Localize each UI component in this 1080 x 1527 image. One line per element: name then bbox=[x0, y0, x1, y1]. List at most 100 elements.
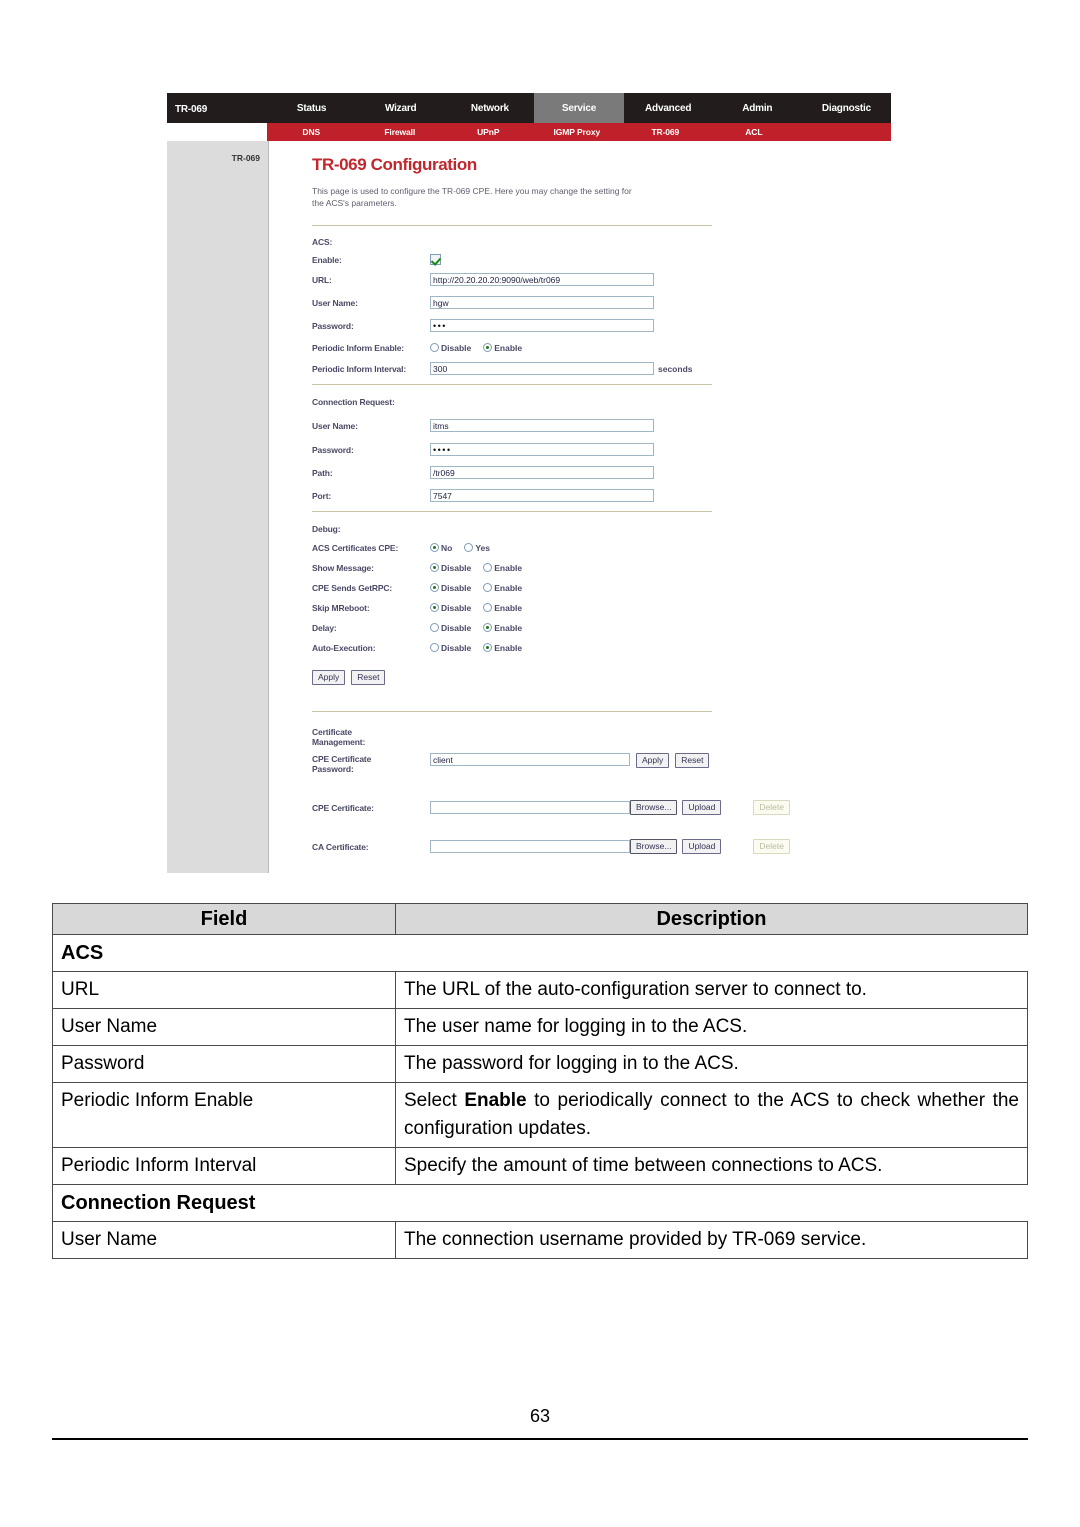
radio-option-disable[interactable]: Disable bbox=[430, 583, 471, 593]
field-description-password: The password for logging in to the ACS. bbox=[395, 1045, 1028, 1083]
cpe-certificate-password-input[interactable]: client bbox=[430, 753, 630, 766]
cpe-certificate-browse-button[interactable]: Browse... bbox=[630, 800, 678, 815]
radio-label: Disable bbox=[441, 562, 472, 573]
primary-nav-tabs: Status Wizard Network Service Advanced A… bbox=[267, 93, 891, 123]
radio-option-no[interactable]: No bbox=[430, 543, 452, 553]
nav-tab-wizard[interactable]: Wizard bbox=[356, 93, 445, 123]
acs-password-input[interactable]: ••• bbox=[430, 319, 654, 332]
desc-part-pre: Select bbox=[404, 1090, 465, 1111]
acs-password-label: Password: bbox=[312, 320, 354, 331]
debug-row-show-message: Show Message: Disable Enable bbox=[312, 559, 522, 576]
cr-port-row: Port: 7547 bbox=[312, 487, 654, 504]
subnav-tab-dns[interactable]: DNS bbox=[267, 123, 356, 141]
field-name-password: Password bbox=[52, 1045, 396, 1083]
ca-certificate-file-input[interactable] bbox=[430, 840, 630, 853]
radio-option-enable[interactable]: Enable bbox=[483, 583, 522, 593]
table-row: Periodic Inform Enable Select Enable to … bbox=[52, 1082, 1028, 1148]
radio-dot-icon bbox=[483, 603, 493, 612]
acs-url-input[interactable]: http://20.20.20.20:9090/web/tr069 bbox=[430, 273, 654, 286]
radio-dot-icon bbox=[430, 603, 439, 612]
debug-radiogroup: Disable Enable bbox=[430, 603, 522, 613]
ca-certificate-browse-button[interactable]: Browse... bbox=[630, 839, 678, 854]
cr-password-input[interactable]: •••• bbox=[430, 443, 654, 456]
subnav-tab-tr069[interactable]: TR-069 bbox=[621, 123, 710, 141]
subnav-tab-igmp-proxy[interactable]: IGMP Proxy bbox=[533, 123, 622, 141]
acs-group-label: ACS: bbox=[312, 236, 333, 247]
radio-label: Yes bbox=[475, 542, 490, 553]
nav-tab-service[interactable]: Service bbox=[534, 93, 624, 123]
nav-tab-network[interactable]: Network bbox=[445, 93, 534, 123]
field-name-username-cr: User Name bbox=[52, 1221, 396, 1259]
subnav-tab-upnp[interactable]: UPnP bbox=[444, 123, 533, 141]
ca-certificate-upload-button[interactable]: Upload bbox=[682, 839, 722, 854]
debug-radiogroup: Disable Enable bbox=[430, 563, 522, 573]
secondary-nav-bar: DNS Firewall UPnP IGMP Proxy TR-069 ACL bbox=[267, 123, 891, 141]
sidebar-item-tr069[interactable]: TR-069 bbox=[232, 153, 260, 163]
router-web-ui-screenshot: TR-069 Status Wizard Network Service Adv… bbox=[167, 93, 891, 873]
cr-username-row: User Name: itms bbox=[312, 417, 654, 434]
group-label-acs: ACS bbox=[52, 934, 396, 972]
radio-option-disable[interactable]: Disable bbox=[430, 343, 471, 353]
debug-row-delay: Delay: Disable Enable bbox=[312, 619, 522, 636]
nav-tab-diagnostic[interactable]: Diagnostic bbox=[802, 93, 891, 123]
debug-label: Skip MReboot: bbox=[312, 602, 370, 613]
radio-option-disable[interactable]: Disable bbox=[430, 643, 471, 653]
debug-row-auto-execution: Auto-Execution: Disable Enable bbox=[312, 639, 522, 656]
cert-apply-button[interactable]: Apply bbox=[636, 753, 670, 768]
nav-tab-status[interactable]: Status bbox=[267, 93, 356, 123]
table-row: URL The URL of the auto-configuration se… bbox=[52, 971, 1028, 1009]
certificate-management-group-header: Certificate Management: bbox=[312, 727, 430, 751]
acs-username-row: User Name: hgw bbox=[312, 294, 654, 311]
footer-rule bbox=[52, 1438, 1028, 1440]
table-header-description: Description bbox=[395, 903, 1028, 935]
subnav-spacer bbox=[798, 123, 891, 141]
cr-username-input[interactable]: itms bbox=[430, 419, 654, 432]
radio-label: Enable bbox=[494, 582, 523, 593]
nav-tab-advanced[interactable]: Advanced bbox=[624, 93, 713, 123]
table-row: Password The password for logging in to … bbox=[52, 1045, 1028, 1083]
cr-username-label: User Name: bbox=[312, 420, 358, 431]
cr-path-input[interactable]: /tr069 bbox=[430, 466, 654, 479]
group-blank-cell bbox=[395, 1184, 1028, 1222]
cr-port-input[interactable]: 7547 bbox=[430, 489, 654, 502]
subnav-tab-acl[interactable]: ACL bbox=[710, 123, 799, 141]
radio-label: Enable bbox=[494, 642, 523, 653]
acs-username-input[interactable]: hgw bbox=[430, 296, 654, 309]
acs-password-row: Password: ••• bbox=[312, 317, 654, 334]
acs-periodic-inform-enable-radiogroup: Disable Enable bbox=[430, 343, 522, 353]
radio-dot-icon bbox=[483, 563, 493, 572]
debug-apply-button[interactable]: Apply bbox=[312, 670, 346, 685]
acs-enable-checkbox[interactable] bbox=[430, 254, 441, 265]
cpe-certificate-upload-button[interactable]: Upload bbox=[682, 800, 722, 815]
radio-option-yes[interactable]: Yes bbox=[464, 543, 490, 553]
radio-dot-icon bbox=[430, 563, 439, 572]
radio-option-disable[interactable]: Disable bbox=[430, 603, 471, 613]
radio-option-enable[interactable]: Enable bbox=[483, 623, 522, 633]
content-panel: TR-069 Configuration This page is used t… bbox=[270, 141, 891, 873]
radio-option-enable[interactable]: Enable bbox=[483, 343, 522, 353]
cpe-certificate-file-input[interactable] bbox=[430, 801, 630, 814]
radio-option-enable[interactable]: Enable bbox=[483, 563, 522, 573]
acs-enable-row: Enable: bbox=[312, 251, 441, 268]
divider-debug bbox=[312, 711, 712, 712]
debug-radiogroup: Disable Enable bbox=[430, 623, 522, 633]
radio-option-enable[interactable]: Enable bbox=[483, 603, 522, 613]
cpe-certificate-password-label: CPE Certificate Password: bbox=[312, 753, 430, 774]
radio-dot-icon bbox=[430, 643, 439, 652]
debug-radiogroup: Disable Enable bbox=[430, 643, 522, 653]
radio-option-disable[interactable]: Disable bbox=[430, 623, 471, 633]
divider-top bbox=[312, 225, 712, 226]
acs-periodic-inform-interval-input[interactable]: 300 bbox=[430, 362, 654, 375]
radio-option-disable[interactable]: Disable bbox=[430, 563, 471, 573]
nav-tab-admin[interactable]: Admin bbox=[713, 93, 802, 123]
debug-label: ACS Certificates CPE: bbox=[312, 542, 399, 553]
table-row: User Name The connection username provid… bbox=[52, 1221, 1028, 1259]
cr-password-label: Password: bbox=[312, 444, 354, 455]
radio-dot-icon bbox=[430, 543, 439, 552]
field-description-table: Field Description ACS URL The URL of the… bbox=[52, 903, 1028, 1259]
debug-label: Show Message: bbox=[312, 562, 374, 573]
cert-reset-button[interactable]: Reset bbox=[675, 753, 710, 768]
debug-reset-button[interactable]: Reset bbox=[351, 670, 386, 685]
radio-option-enable[interactable]: Enable bbox=[483, 643, 522, 653]
subnav-tab-firewall[interactable]: Firewall bbox=[356, 123, 445, 141]
